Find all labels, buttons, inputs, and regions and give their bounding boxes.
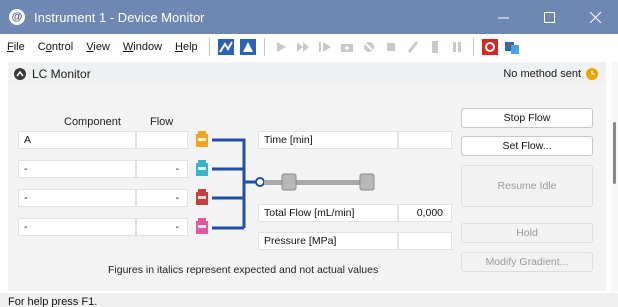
close-button[interactable] [572,0,618,34]
menu-view[interactable]: View [86,41,110,53]
modify-gradient-button[interactable]: Modify Gradient... [461,252,593,272]
pause-icon[interactable] [448,38,466,56]
instrument-icon[interactable] [239,38,257,56]
hold-button[interactable]: Hold [461,223,593,243]
time-value [398,131,452,149]
component-cell: - [18,160,136,178]
pressure-label: Pressure [MPa] [258,232,398,250]
pipette-icon[interactable] [404,38,422,56]
solvent-bottle-d-icon [196,218,208,234]
set-flow-button[interactable]: Set Flow... [461,136,593,156]
solvent-bottle-a-icon [196,131,208,147]
time-label: Time [min] [258,131,398,149]
sampler-icon[interactable] [426,38,444,56]
flow-cell: - [136,189,188,207]
app-icon: @ [9,9,25,25]
clock-icon [586,68,598,80]
italics-note: Figures in italics represent expected an… [108,264,379,276]
window-title: Instrument 1 - Device Monitor [34,9,205,25]
stop-flow-button[interactable]: Stop Flow [461,108,593,128]
panel-header: LC Monitor No method sent [8,62,606,86]
step-icon[interactable] [316,38,334,56]
pressure-value [398,232,452,250]
column-header-component: Component [64,116,121,128]
flow-cell [136,131,188,149]
scrollbar-thumb[interactable] [613,122,616,184]
component-cell: - [18,189,136,207]
toolbar-separator [472,38,474,56]
menu-window[interactable]: Window [123,41,162,53]
toolbar-separator [208,38,210,56]
fast-forward-icon[interactable] [294,38,312,56]
total-flow-label: Total Flow [mL/min] [258,204,398,222]
method-status: No method sent [503,68,598,80]
devices-icon[interactable] [503,38,521,56]
maximize-icon [543,11,555,23]
component-cell: A [18,131,136,149]
solvent-bottle-b-icon [196,160,208,176]
resume-idle-button[interactable]: Resume Idle [461,165,593,207]
menu-file[interactable]: File [7,41,25,53]
collapse-icon[interactable] [14,68,26,80]
flow-cell: - [136,218,188,236]
chart-up-icon[interactable] [217,38,235,56]
flow-cell: - [136,160,188,178]
maximize-button[interactable] [526,0,572,34]
play-icon[interactable] [272,38,290,56]
stop-icon[interactable] [382,38,400,56]
total-flow-value: 0,000 [398,204,452,222]
menu-bar: File Control View Window Help [0,34,618,60]
menu-control[interactable]: Control [38,41,73,53]
alarm-icon[interactable] [481,38,499,56]
lc-monitor-panel: Component Flow A - - - - - - Time [min] … [8,86,606,291]
solvent-bottle-c-icon [196,189,208,205]
window-controls [480,0,618,34]
menu-help[interactable]: Help [175,41,198,53]
toolbar-separator [263,38,265,56]
column-header-flow: Flow [150,116,174,128]
panel-title: LC Monitor [32,67,91,81]
minimize-button[interactable] [480,0,526,34]
close-icon [589,11,601,23]
status-bar: For help press F1. [0,293,618,307]
minimize-icon [497,17,509,18]
cancel-icon[interactable] [360,38,378,56]
component-cell: - [18,218,136,236]
camera-icon[interactable] [338,38,356,56]
method-status-text: No method sent [503,68,581,80]
vertical-scrollbar[interactable] [611,62,618,292]
title-bar: @ Instrument 1 - Device Monitor [0,0,618,34]
